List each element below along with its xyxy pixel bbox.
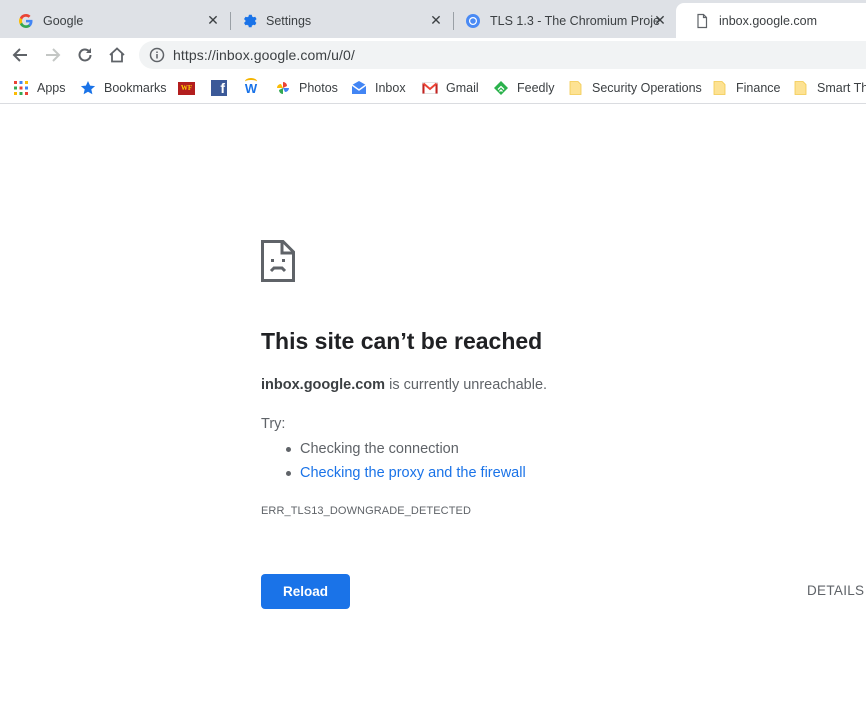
tab-title: Google: [43, 13, 84, 28]
tab-close-icon[interactable]: ✕: [652, 12, 668, 28]
bookmarks-bar: Apps Bookmarks WF f W Photos Inbox Gmail…: [0, 72, 866, 104]
tab-settings[interactable]: Settings ✕: [223, 3, 452, 38]
bookmark-bookmarks[interactable]: Bookmarks: [80, 78, 167, 98]
bookmark-folder-smart-things[interactable]: Smart Thi: [793, 78, 866, 98]
error-message: inbox.google.com is currently unreachabl…: [261, 377, 547, 393]
bookmark-folder-security-operations[interactable]: Security Operations: [568, 78, 702, 98]
reload-browser-button[interactable]: [73, 43, 97, 67]
tab-strip: Google ✕ Settings ✕ TLS 1.3 - The Chromi…: [0, 0, 866, 38]
tab-title: inbox.google.com: [719, 13, 817, 28]
details-button[interactable]: DETAILS: [807, 583, 864, 598]
refresh-icon: [78, 48, 92, 62]
bookmark-feedly[interactable]: Feedly: [493, 78, 555, 98]
google-icon: [18, 13, 34, 29]
w-icon-arc: [245, 78, 257, 85]
tab-google[interactable]: Google ✕: [0, 3, 229, 38]
home-icon: [109, 47, 125, 63]
bookmark-label: Photos: [299, 81, 338, 95]
folder-icon: [712, 80, 728, 96]
chromium-icon: [465, 13, 481, 29]
forward-button[interactable]: [41, 43, 65, 67]
tab-inbox-active[interactable]: inbox.google.com: [676, 3, 866, 38]
error-code: ERR_TLS13_DOWNGRADE_DETECTED: [261, 505, 472, 517]
w-icon: W: [243, 78, 259, 96]
info-icon[interactable]: [149, 47, 165, 63]
url-text: https://inbox.google.com/u/0/: [173, 47, 355, 63]
bookmark-gmail[interactable]: Gmail: [422, 78, 479, 98]
star-icon: [80, 80, 96, 96]
bookmark-label: Finance: [736, 81, 781, 95]
facebook-icon: f: [211, 80, 227, 96]
bookmark-folder-finance[interactable]: Finance: [712, 78, 780, 98]
bookmark-apps[interactable]: Apps: [13, 78, 66, 98]
suggestion-check-connection: Checking the connection: [283, 440, 526, 464]
bookmark-inbox[interactable]: Inbox: [351, 78, 406, 98]
wells-fargo-icon: WF: [178, 81, 195, 95]
tab-close-icon[interactable]: ✕: [205, 12, 221, 28]
bookmark-label: Gmail: [446, 81, 479, 95]
folder-icon: [793, 80, 809, 96]
error-host: inbox.google.com: [261, 377, 386, 393]
tab-close-icon[interactable]: ✕: [428, 12, 444, 28]
suggestion-check-proxy-firewall-link[interactable]: Checking the proxy and the firewall: [283, 464, 526, 488]
try-label: Try:: [261, 416, 286, 432]
bookmark-label: Security Operations: [592, 81, 702, 95]
bookmark-label: Bookmarks: [104, 81, 167, 95]
settings-gear-icon: [241, 13, 257, 29]
bookmark-photos[interactable]: Photos: [275, 78, 338, 98]
browser-toolbar: https://inbox.google.com/u/0/: [0, 38, 866, 72]
sad-page-icon: [261, 240, 295, 282]
folder-icon: [568, 80, 584, 96]
bookmark-label: Inbox: [375, 81, 406, 95]
address-bar[interactable]: https://inbox.google.com/u/0/: [139, 41, 866, 69]
back-button[interactable]: [8, 43, 32, 67]
back-arrow-icon: [12, 48, 27, 62]
bookmark-label: Smart Thi: [817, 81, 866, 95]
tab-title: Settings: [266, 13, 312, 28]
reload-button[interactable]: Reload: [261, 574, 350, 609]
home-button[interactable]: [105, 43, 129, 67]
photos-icon: [275, 80, 291, 96]
bookmark-w[interactable]: W: [243, 78, 267, 98]
feedly-icon: [493, 80, 509, 96]
gmail-icon: [422, 80, 438, 96]
tab-title: TLS 1.3 - The Chromium Proje: [490, 13, 660, 28]
page-icon: [694, 13, 710, 29]
suggestions-list: Checking the connection Checking the pro…: [283, 440, 526, 488]
bookmark-label: Feedly: [517, 81, 555, 95]
bookmark-facebook[interactable]: f: [211, 78, 235, 98]
tab-chromium[interactable]: TLS 1.3 - The Chromium Proje ✕: [447, 3, 676, 38]
apps-grid-icon: [13, 80, 29, 96]
inbox-icon: [351, 80, 367, 96]
forward-arrow-icon: [46, 48, 61, 62]
error-message-suffix: is currently unreachable.: [385, 377, 548, 393]
bookmark-wells-fargo[interactable]: WF: [178, 78, 203, 98]
bookmark-label: Apps: [37, 81, 66, 95]
error-title: This site can’t be reached: [261, 328, 543, 354]
